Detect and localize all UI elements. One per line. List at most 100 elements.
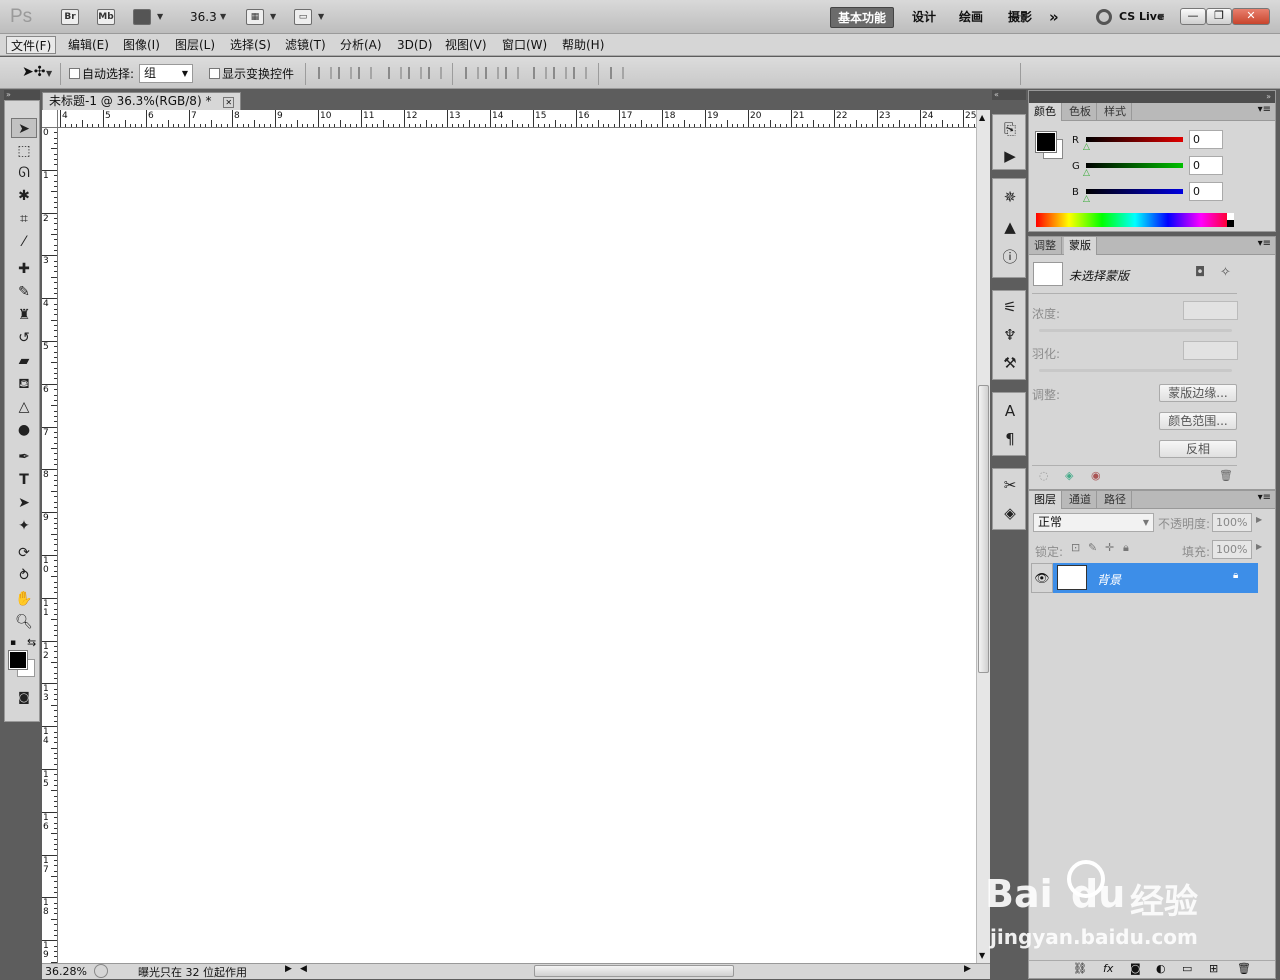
tab-paths[interactable]: 路径: [1099, 491, 1132, 509]
history-brush-tool-icon[interactable]: ↺: [11, 328, 37, 348]
move-tool-icon[interactable]: ➤: [11, 118, 37, 138]
chevron-down-icon[interactable]: ▼: [318, 12, 324, 21]
more-workspaces-icon[interactable]: »: [1042, 7, 1066, 28]
pixel-mask-icon[interactable]: ◘: [1195, 265, 1205, 280]
add-mask-icon[interactable]: ◙: [1130, 962, 1141, 975]
adjustment-layer-icon[interactable]: ◐: [1156, 962, 1166, 975]
screen-mode-icon[interactable]: ▭: [294, 9, 312, 25]
3d-orbit-tool-icon[interactable]: ⥁: [11, 566, 37, 586]
healing-brush-tool-icon[interactable]: ✚: [11, 259, 37, 279]
lock-transparent-icon[interactable]: ⊡: [1071, 541, 1080, 554]
document-canvas[interactable]: [58, 128, 976, 963]
tab-styles[interactable]: 样式: [1099, 103, 1132, 121]
crop-tool-icon[interactable]: ⌗: [11, 209, 37, 229]
layer-style-fx-icon[interactable]: fx: [1103, 962, 1113, 975]
distribute-horizontal-center-icon[interactable]: [553, 67, 567, 79]
lock-image-icon[interactable]: ✎: [1088, 541, 1097, 554]
vector-mask-icon[interactable]: ✧: [1220, 265, 1231, 280]
menu-3d[interactable]: 3D(D): [393, 36, 436, 54]
distribute-vertical-center-icon[interactable]: [485, 67, 499, 79]
fill-slider-arrow-icon[interactable]: ▶: [1256, 542, 1262, 551]
white-swatch[interactable]: [1227, 213, 1234, 220]
workspace-essentials[interactable]: 基本功能: [830, 7, 895, 28]
slider-thumb-icon[interactable]: △: [1083, 168, 1090, 178]
status-zoom[interactable]: 36.28%: [45, 965, 87, 978]
default-colors-icon[interactable]: ▪: [10, 638, 16, 648]
density-slider[interactable]: [1039, 329, 1232, 332]
bridge-button[interactable]: Br: [61, 9, 79, 25]
black-swatch[interactable]: [1227, 220, 1234, 227]
panel-collapse-icon[interactable]: »: [1029, 91, 1275, 103]
align-right-icon[interactable]: [428, 67, 442, 79]
feather-slider[interactable]: [1039, 369, 1232, 372]
chevron-down-icon[interactable]: ▼: [220, 12, 226, 21]
dock-collapse-icon[interactable]: «: [992, 90, 1026, 100]
tab-layers[interactable]: 图层: [1029, 491, 1062, 509]
3d-rotate-tool-icon[interactable]: ⟳: [11, 543, 37, 563]
scroll-right-icon[interactable]: ▶: [964, 964, 971, 974]
panel-menu-icon[interactable]: ▾≡: [1258, 104, 1271, 115]
align-left-icon[interactable]: [388, 67, 402, 79]
toolbox-collapse-icon[interactable]: »: [4, 90, 40, 100]
link-layers-icon[interactable]: ⛓: [1073, 962, 1087, 975]
character-panel-icon[interactable]: A: [999, 401, 1021, 421]
paint-bucket-tool-icon[interactable]: ⛾: [11, 374, 37, 394]
clone-stamp-tool-icon[interactable]: ♜: [11, 305, 37, 325]
actions-panel-icon[interactable]: ▶: [999, 146, 1021, 166]
tab-channels[interactable]: 通道: [1064, 491, 1097, 509]
menu-file[interactable]: 文件(F): [6, 36, 57, 54]
brush-tool-icon[interactable]: ✎: [11, 282, 37, 302]
color-spectrum-bar[interactable]: [1036, 213, 1234, 227]
menu-analysis[interactable]: 分析(A): [336, 36, 386, 54]
new-group-icon[interactable]: ▭: [1182, 962, 1192, 975]
align-vertical-center-icon[interactable]: [338, 67, 352, 79]
menu-view[interactable]: 视图(V): [441, 36, 491, 54]
quick-mask-icon[interactable]: ◙: [11, 687, 37, 707]
view-extras-icon[interactable]: [133, 9, 151, 25]
channel-g-slider[interactable]: [1086, 163, 1183, 168]
type-tool-icon[interactable]: T: [11, 470, 37, 490]
measurement-panel-icon[interactable]: ◈: [999, 503, 1021, 523]
hand-tool-icon[interactable]: ✋: [11, 589, 37, 609]
channel-b-input[interactable]: 0: [1189, 182, 1223, 201]
mini-bridge-button[interactable]: Mb: [97, 9, 115, 25]
custom-shape-tool-icon[interactable]: ✦: [11, 516, 37, 536]
3d-panel-icon[interactable]: ✂: [999, 475, 1021, 495]
cs-live-icon[interactable]: [1096, 9, 1112, 25]
mask-edge-button[interactable]: 蒙版边缘...: [1159, 384, 1237, 402]
tab-adjustments[interactable]: 调整: [1029, 237, 1062, 255]
magic-wand-tool-icon[interactable]: ✱: [11, 186, 37, 206]
auto-select-dropdown[interactable]: 组 ▼: [139, 64, 193, 83]
foreground-color-swatch[interactable]: [8, 650, 28, 670]
align-top-icon[interactable]: [318, 67, 332, 79]
info-panel-icon[interactable]: ⓘ: [999, 247, 1021, 267]
menu-window[interactable]: 窗口(W): [498, 36, 551, 54]
channel-r-input[interactable]: 0: [1189, 130, 1223, 149]
tab-swatches[interactable]: 色板: [1064, 103, 1097, 121]
auto-select-checkbox[interactable]: [69, 68, 80, 79]
dodge-tool-icon[interactable]: ●: [11, 420, 37, 440]
history-panel-icon[interactable]: ⎘: [999, 119, 1021, 139]
workspace-design[interactable]: 设计: [905, 7, 943, 28]
blur-tool-icon[interactable]: △: [11, 397, 37, 417]
distribute-bottom-icon[interactable]: [505, 67, 519, 79]
paragraph-panel-icon[interactable]: ¶: [999, 429, 1021, 449]
new-layer-icon[interactable]: ⊞: [1209, 962, 1218, 975]
tab-color[interactable]: 颜色: [1029, 103, 1062, 121]
invert-button[interactable]: 反相: [1159, 440, 1237, 458]
show-transform-checkbox[interactable]: [209, 68, 220, 79]
lock-all-icon[interactable]: 🔒︎: [1123, 541, 1129, 555]
menu-select[interactable]: 选择(S): [226, 36, 275, 54]
scroll-down-icon[interactable]: ▼: [979, 951, 985, 960]
brushes-panel-icon[interactable]: ⚟: [999, 297, 1021, 317]
menu-edit[interactable]: 编辑(E): [64, 36, 113, 54]
scroll-up-icon[interactable]: ▲: [979, 113, 985, 122]
workspace-painting[interactable]: 绘画: [952, 7, 990, 28]
chevron-down-icon[interactable]: ▼: [157, 12, 163, 21]
eyedropper-tool-icon[interactable]: ⁄: [11, 232, 37, 252]
foreground-color-swatch[interactable]: [1035, 131, 1057, 153]
panel-menu-icon[interactable]: ▾≡: [1258, 238, 1271, 249]
lasso-tool-icon[interactable]: ᘏ: [11, 163, 37, 183]
chevron-down-icon[interactable]: ▼: [270, 12, 276, 21]
navigator-panel-icon[interactable]: ✵: [999, 187, 1021, 207]
